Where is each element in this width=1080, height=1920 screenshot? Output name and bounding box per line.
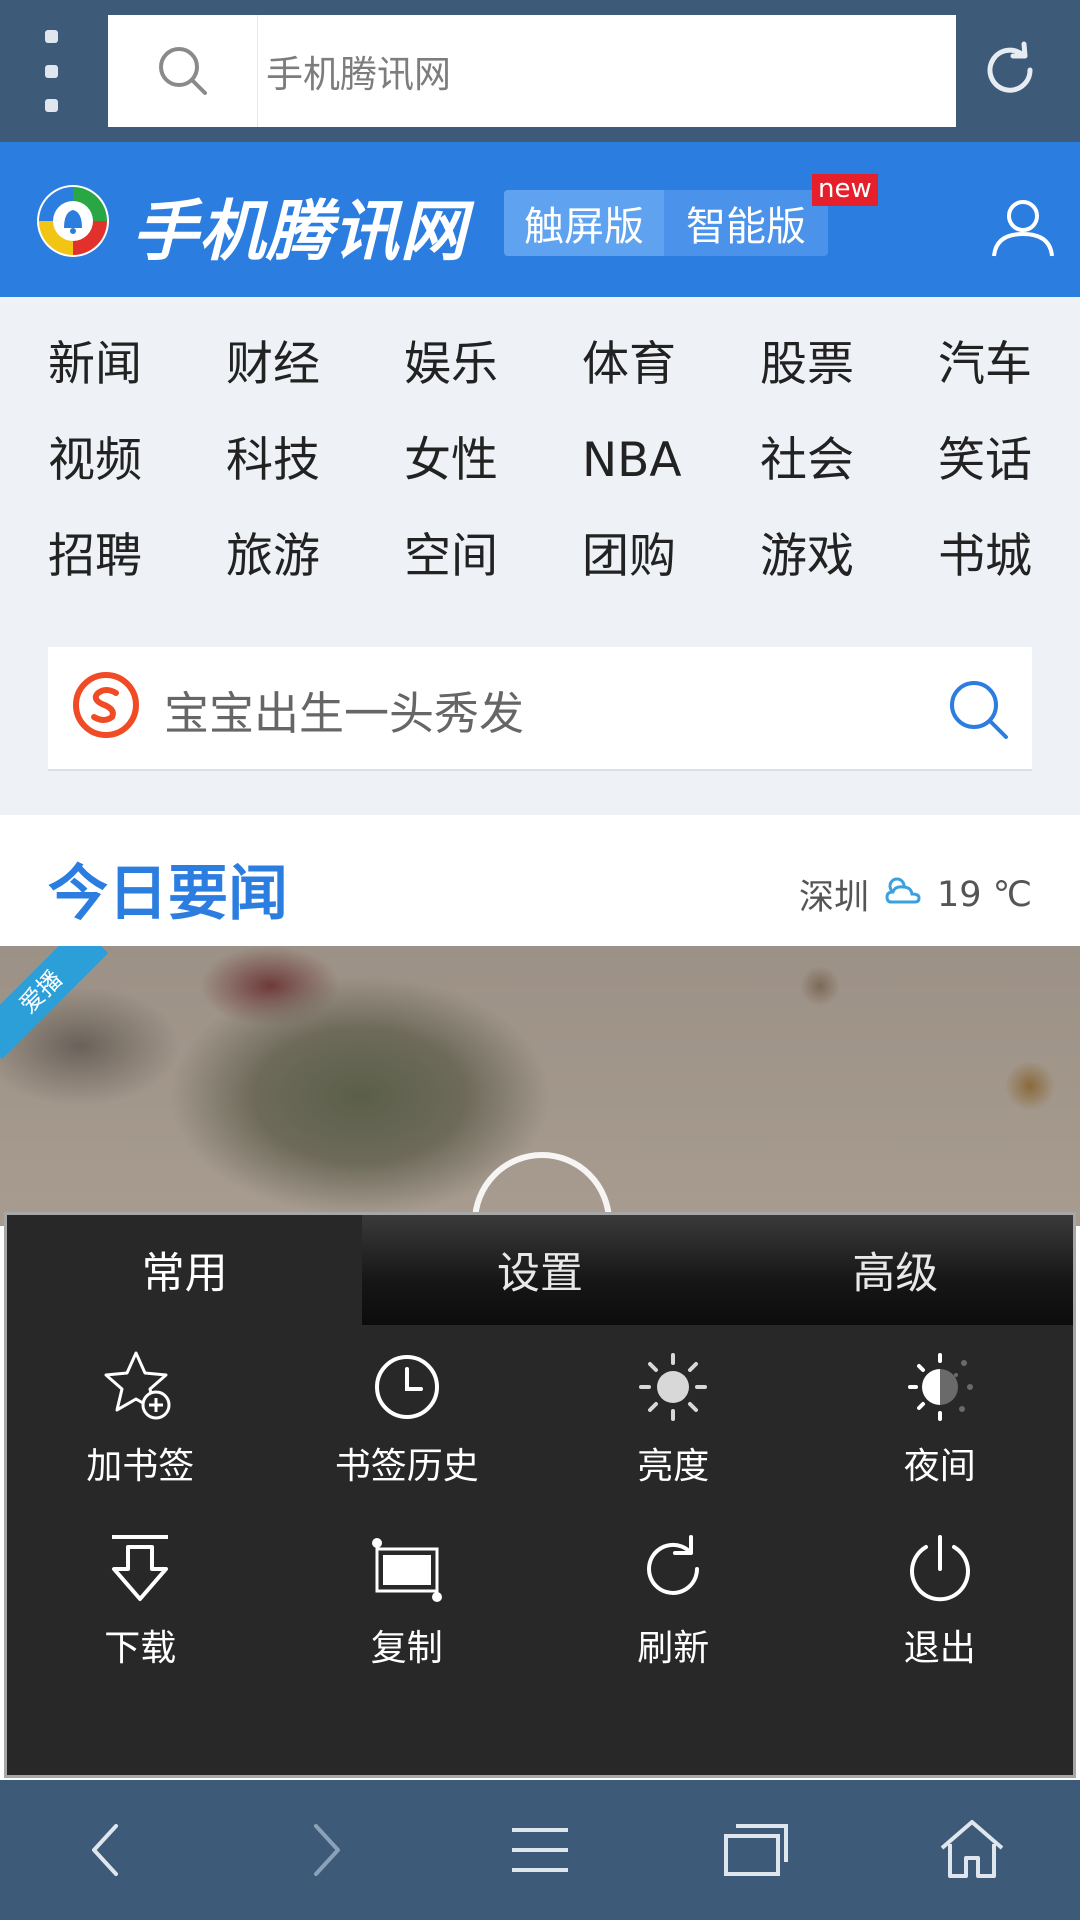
- channel-link[interactable]: NBA: [582, 437, 760, 485]
- new-badge: new: [812, 174, 878, 206]
- browser-toolbar: 手机腾讯网: [0, 0, 1080, 142]
- forward-button[interactable]: [216, 1780, 432, 1920]
- channel-link[interactable]: 笑话: [938, 437, 1080, 485]
- menu-item-label: 退出: [903, 1628, 976, 1669]
- headline-photo[interactable]: 爱播: [0, 946, 1080, 1226]
- brightness-button[interactable]: 亮度: [540, 1325, 807, 1507]
- site-header: 手机腾讯网 触屏版 智能版 new: [0, 142, 1080, 297]
- menu-item-label: 下载: [104, 1628, 177, 1669]
- browser-bottom-bar: [0, 1780, 1080, 1920]
- search-icon[interactable]: [108, 15, 258, 127]
- back-button[interactable]: [0, 1780, 216, 1920]
- home-icon: [940, 1820, 1004, 1878]
- channel-section: 新闻 财经 娱乐 体育 股票 汽车 视频 科技 女性 NBA 社会 笑话 招聘 …: [0, 297, 1080, 815]
- download-button[interactable]: 下载: [7, 1507, 274, 1689]
- channel-link[interactable]: 娱乐: [404, 341, 582, 389]
- menu-button[interactable]: [432, 1780, 648, 1920]
- power-exit-icon: [909, 1535, 970, 1602]
- chevron-right-icon: [314, 1824, 340, 1876]
- refresh-button[interactable]: 刷新: [540, 1507, 807, 1689]
- weather-widget[interactable]: 深圳 19 ℃: [799, 869, 1032, 920]
- user-icon[interactable]: [988, 192, 1058, 262]
- menu-item-label: 亮度: [637, 1446, 710, 1487]
- history-clock-icon: [374, 1355, 439, 1419]
- menu-item-label: 刷新: [637, 1628, 710, 1669]
- smart-version-button[interactable]: 智能版: [664, 190, 828, 256]
- hamburger-menu-icon: [512, 1828, 568, 1872]
- bookmark-add-icon: [104, 1351, 171, 1420]
- sogou-search-box[interactable]: 宝宝出生一头秀发: [48, 647, 1032, 771]
- exit-button[interactable]: 退出: [807, 1507, 1074, 1689]
- channel-link[interactable]: 书城: [938, 533, 1080, 581]
- copy-select-icon: [371, 1538, 442, 1602]
- refresh-icon: [647, 1535, 700, 1595]
- channel-link[interactable]: 科技: [226, 437, 404, 485]
- channel-link[interactable]: 股票: [760, 341, 938, 389]
- version-switch: 触屏版 智能版: [504, 190, 828, 256]
- aibo-ribbon: 爱播: [0, 946, 109, 1060]
- touch-version-button[interactable]: 触屏版: [504, 190, 664, 256]
- search-icon[interactable]: [944, 675, 1014, 745]
- channel-link[interactable]: 社会: [760, 437, 938, 485]
- channel-link[interactable]: 视频: [48, 437, 226, 485]
- channel-link[interactable]: 空间: [404, 533, 582, 581]
- channel-link[interactable]: 财经: [226, 341, 404, 389]
- windows-tabs-icon: [724, 1824, 788, 1876]
- channel-link[interactable]: 游戏: [760, 533, 938, 581]
- menu-item-label: 书签历史: [334, 1446, 479, 1487]
- weather-city: 深圳: [799, 878, 870, 918]
- home-button[interactable]: [864, 1780, 1080, 1920]
- menu-tabs: 常用 设置 高级: [7, 1215, 1073, 1325]
- channel-link[interactable]: 女性: [404, 437, 582, 485]
- channel-grid: 新闻 财经 娱乐 体育 股票 汽车 视频 科技 女性 NBA 社会 笑话 招聘 …: [48, 341, 1038, 581]
- section-title[interactable]: 今日要闻: [48, 845, 288, 932]
- add-bookmark-button[interactable]: 加书签: [7, 1325, 274, 1507]
- chevron-left-icon: [92, 1824, 118, 1876]
- tab-advanced[interactable]: 高级: [717, 1215, 1073, 1325]
- url-text[interactable]: 手机腾讯网: [258, 44, 451, 98]
- night-mode-button[interactable]: 夜间: [807, 1325, 1074, 1507]
- menu-item-label: 夜间: [903, 1446, 976, 1487]
- menu-item-label: 复制: [370, 1628, 443, 1669]
- menu-item-label: 加书签: [86, 1446, 195, 1487]
- more-menu-icon[interactable]: [30, 30, 72, 112]
- site-logo-text[interactable]: 手机腾讯网: [132, 178, 467, 274]
- tencent-logo-icon[interactable]: [34, 182, 112, 260]
- brightness-sun-icon: [639, 1353, 708, 1421]
- browser-menu-panel: 常用 设置 高级 加书签 书签历史 亮度 夜间 下载 复制 刷新 退出: [4, 1212, 1076, 1778]
- windows-button[interactable]: [648, 1780, 864, 1920]
- channel-link[interactable]: 体育: [582, 341, 760, 389]
- reload-icon[interactable]: [970, 30, 1050, 110]
- channel-link[interactable]: 团购: [582, 533, 760, 581]
- tab-common[interactable]: 常用: [7, 1215, 363, 1325]
- tab-settings[interactable]: 设置: [362, 1215, 718, 1325]
- weather-temperature: 19 ℃: [937, 874, 1032, 915]
- channel-link[interactable]: 新闻: [48, 341, 226, 389]
- today-news-header: 今日要闻 深圳 19 ℃: [0, 815, 1080, 946]
- search-input[interactable]: 宝宝出生一头秀发: [164, 677, 524, 742]
- channel-link[interactable]: 汽车: [938, 341, 1080, 389]
- channel-link[interactable]: 招聘: [48, 533, 226, 581]
- copy-button[interactable]: 复制: [274, 1507, 541, 1689]
- sogou-logo-icon: [72, 671, 140, 739]
- download-arrow-icon: [112, 1535, 169, 1601]
- cloudy-icon: [883, 874, 923, 915]
- address-bar[interactable]: 手机腾讯网: [108, 15, 956, 127]
- menu-grid: 加书签 书签历史 亮度 夜间 下载 复制 刷新 退出: [7, 1325, 1073, 1689]
- bookmark-history-button[interactable]: 书签历史: [274, 1325, 541, 1507]
- night-mode-icon: [907, 1353, 973, 1421]
- channel-link[interactable]: 旅游: [226, 533, 404, 581]
